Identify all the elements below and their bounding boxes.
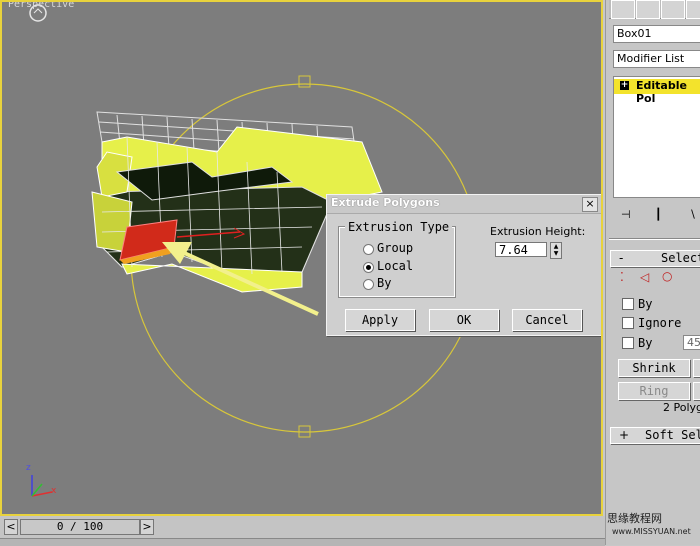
watermark-text: 思缘教程网 xyxy=(607,512,662,525)
subobject-icons: ⁚ ◁ ○ xyxy=(620,269,700,290)
modifier-stack[interactable]: + Editable Pol xyxy=(613,76,700,198)
ring-button[interactable]: Ring xyxy=(618,382,690,400)
selection-rollout-title: Select xyxy=(661,251,700,265)
extrusion-height-input[interactable]: 7.64 xyxy=(495,242,547,257)
pin-stack-icon[interactable]: ⊣ xyxy=(621,208,631,221)
shrink-button[interactable]: Shrink xyxy=(618,359,690,377)
selection-rollout-header[interactable]: - Select xyxy=(610,250,700,267)
ok-button[interactable]: OK xyxy=(429,309,499,331)
watermark-url: www.MISSYUAN.net xyxy=(612,527,691,536)
by-vertex-label: By xyxy=(638,297,653,311)
motion-tab-icon[interactable] xyxy=(686,0,700,19)
by-angle-checkbox[interactable] xyxy=(622,337,634,349)
select-cursor-icon[interactable] xyxy=(611,0,635,19)
radio-by[interactable]: By xyxy=(349,276,449,292)
prev-frame-button[interactable]: < xyxy=(4,519,18,535)
radio-by-label: By xyxy=(377,276,392,290)
stack-item-editable-poly[interactable]: + Editable Pol xyxy=(614,79,700,105)
collapse-minus-icon[interactable]: - xyxy=(619,251,623,265)
radio-by-button[interactable] xyxy=(363,279,374,290)
perspective-viewport[interactable]: Perspective z x Extrude Polygons × Extru… xyxy=(0,0,603,516)
by-vertex-checkbox[interactable] xyxy=(622,298,634,310)
extrusion-type-label: Extrusion Type xyxy=(345,220,453,234)
border-icon[interactable]: ○ xyxy=(662,269,672,283)
panel-tabs xyxy=(609,0,700,19)
expand-plus-icon[interactable]: + xyxy=(620,81,629,90)
viewport-label[interactable]: Perspective xyxy=(8,2,74,10)
extrusion-height-spinner[interactable]: ▲ ▼ xyxy=(550,242,562,259)
axis-x-label: x xyxy=(51,486,57,496)
show-end-result-icon[interactable]: ┃ xyxy=(655,208,662,221)
axis-tripod xyxy=(31,475,53,497)
radio-local-button[interactable] xyxy=(363,262,374,273)
selection-status: 2 Polygo xyxy=(663,401,700,414)
soft-selection-title: Soft Sele xyxy=(645,428,700,442)
close-button[interactable]: × xyxy=(582,197,598,212)
ignore-backfacing-checkbox[interactable] xyxy=(622,317,634,329)
dialog-title: Extrude Polygons xyxy=(331,196,440,209)
make-unique-icon[interactable]: ∖ xyxy=(689,208,696,221)
object-name-field[interactable]: Box01 xyxy=(613,25,700,43)
stack-toolbar: ⊣ ┃ ∖ xyxy=(613,205,700,225)
apply-button[interactable]: Apply xyxy=(345,309,415,331)
grow-button[interactable] xyxy=(693,359,700,377)
stack-item-label: Editable Pol xyxy=(636,79,687,105)
hierarchy-tab-icon[interactable] xyxy=(661,0,685,19)
edge-icon[interactable]: ◁ xyxy=(640,270,649,284)
modify-tab-icon[interactable] xyxy=(636,0,660,19)
radio-local[interactable]: Local xyxy=(349,259,449,275)
radio-group-button[interactable] xyxy=(363,244,374,255)
by-angle-label: By xyxy=(638,336,653,350)
command-panel: Box01 Modifier List + Editable Pol ⊣ ┃ ∖… xyxy=(605,0,700,545)
radio-group[interactable]: Group xyxy=(349,241,449,257)
vertex-icon[interactable]: ⁚ xyxy=(620,270,624,284)
ignore-backfacing-label: Ignore xyxy=(638,316,682,330)
axis-z-label: z xyxy=(26,463,31,473)
next-frame-button[interactable]: > xyxy=(140,519,154,535)
loop-button[interactable] xyxy=(693,382,700,400)
expand-plus-icon[interactable]: + xyxy=(619,428,629,442)
radio-group-label: Group xyxy=(377,241,414,255)
extrusion-height-label: Extrusion Height: xyxy=(490,225,586,238)
cancel-button[interactable]: Cancel xyxy=(512,309,582,331)
radio-local-label: Local xyxy=(377,259,414,273)
dialog-titlebar[interactable]: Extrude Polygons × xyxy=(327,195,601,214)
extrude-polygons-dialog: Extrude Polygons × Extrusion Type Group … xyxy=(326,194,601,336)
gizmo-handle-top xyxy=(298,75,311,88)
modifier-list-dropdown[interactable]: Modifier List xyxy=(613,50,700,68)
soft-selection-rollout-header[interactable]: + Soft Sele xyxy=(610,427,700,444)
time-slider[interactable]: 0 / 100 xyxy=(20,519,140,535)
angle-input[interactable]: 45 xyxy=(683,335,700,350)
